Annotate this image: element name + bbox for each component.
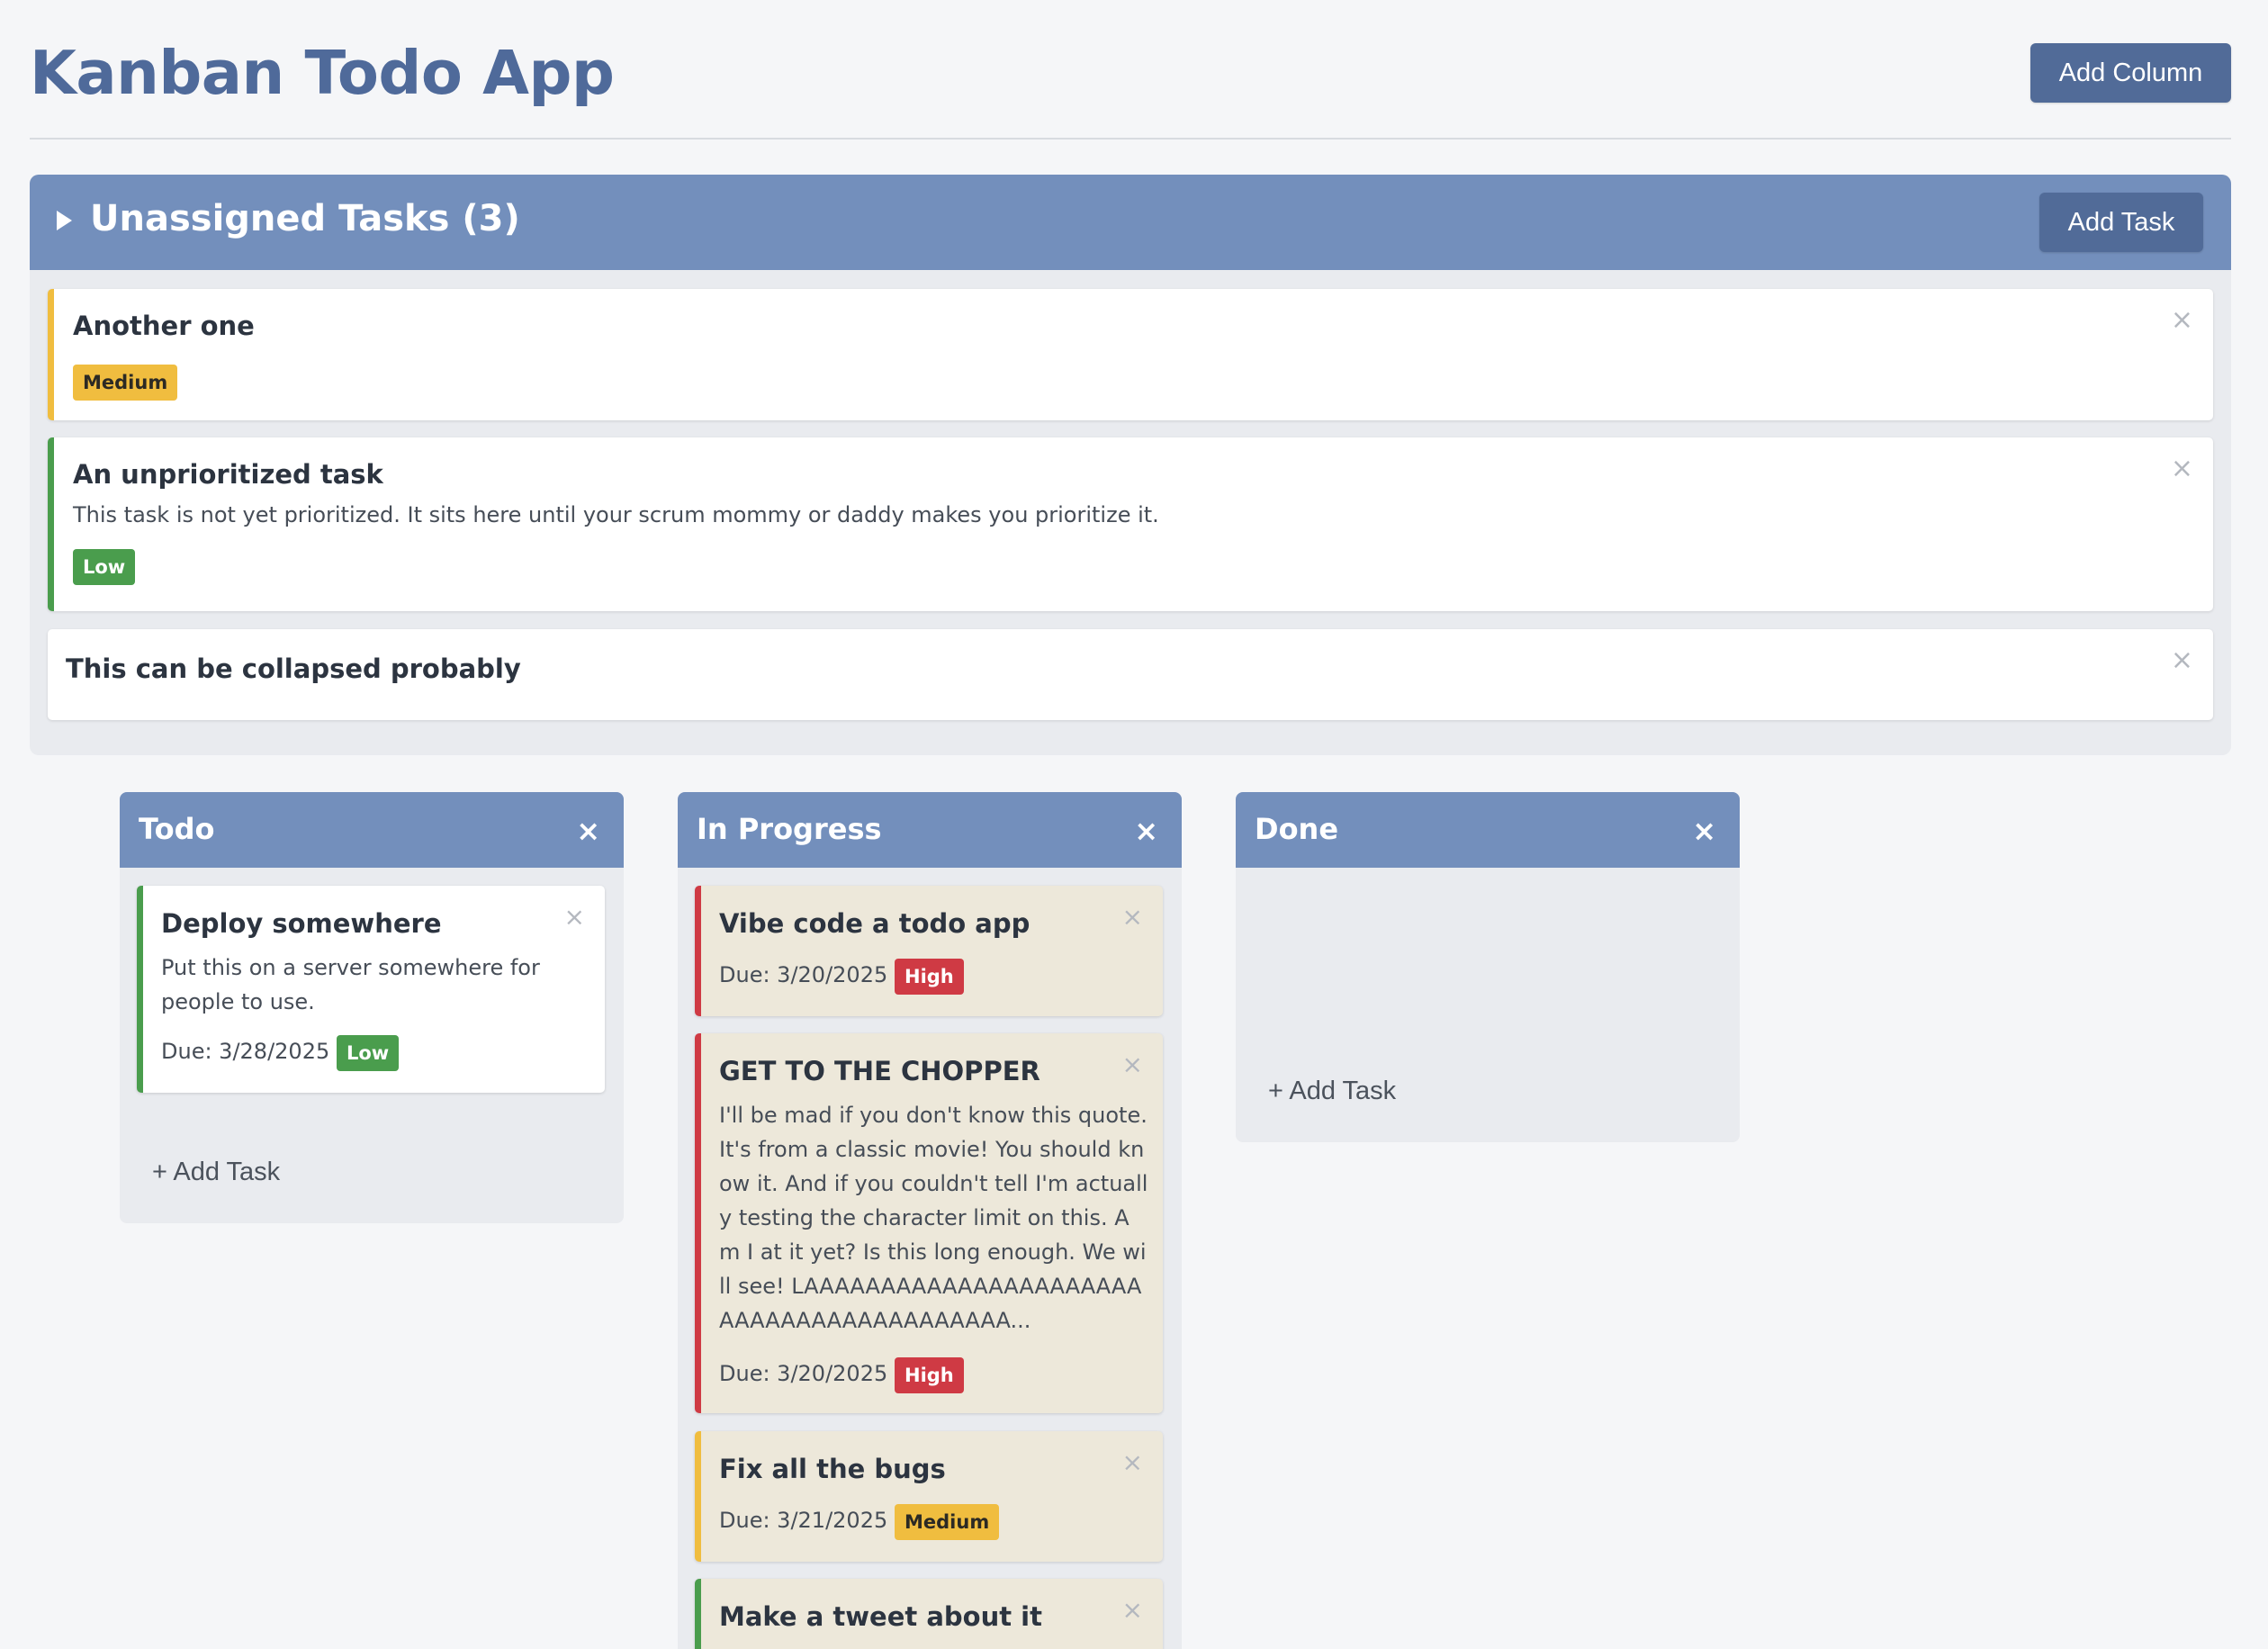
priority-badge: High: [895, 959, 964, 995]
due-date: Due: 3/20/2025: [719, 1361, 888, 1386]
unassigned-title: Unassigned Tasks (3): [90, 198, 520, 239]
task-card[interactable]: Another one Medium ×: [48, 289, 2213, 420]
close-icon[interactable]: ×: [564, 904, 585, 931]
expand-triangle-icon[interactable]: [57, 211, 72, 230]
unassigned-header[interactable]: Unassigned Tasks (3) Add Task: [30, 175, 2231, 270]
due-date: Due: 3/20/2025: [719, 962, 888, 987]
priority-badge: Low: [337, 1035, 400, 1071]
priority-badge: High: [895, 1357, 964, 1393]
close-icon[interactable]: ×: [2171, 647, 2193, 674]
close-column-icon[interactable]: ×: [1134, 816, 1158, 845]
task-card[interactable]: Make a tweet about it ×: [695, 1579, 1163, 1649]
column-title: In Progress: [697, 812, 882, 846]
column-header[interactable]: Todo ×: [120, 792, 624, 868]
task-title: Vibe code a todo app: [719, 908, 1030, 939]
unassigned-section: Unassigned Tasks (3) Add Task Another on…: [30, 175, 2231, 755]
priority-badge: Medium: [895, 1504, 1000, 1540]
column-title: Done: [1255, 812, 1339, 846]
add-task-link[interactable]: + Add Task: [152, 1158, 280, 1187]
task-title: Fix all the bugs: [719, 1454, 946, 1484]
close-icon[interactable]: ×: [2171, 455, 2193, 482]
priority-badge: Medium: [73, 365, 178, 401]
column-title: Todo: [139, 812, 215, 846]
task-title: This can be collapsed probably: [66, 653, 521, 684]
column-done: Done × + Add Task: [1236, 792, 1740, 1142]
task-card[interactable]: Deploy somewhere Put this on a server so…: [137, 886, 605, 1093]
due-date: Due: 3/21/2025: [719, 1508, 888, 1533]
add-task-button[interactable]: Add Task: [2039, 193, 2203, 252]
add-column-button[interactable]: Add Column: [2030, 43, 2231, 103]
app-header: Kanban Todo App Add Column: [30, 0, 2231, 140]
close-column-icon[interactable]: ×: [576, 816, 600, 845]
task-card[interactable]: An unprioritized task This task is not y…: [48, 437, 2213, 611]
close-column-icon[interactable]: ×: [1692, 816, 1716, 845]
task-card[interactable]: Vibe code a todo app Due: 3/20/2025 High…: [695, 886, 1163, 1016]
task-title: Make a tweet about it: [719, 1601, 1042, 1632]
task-card[interactable]: GET TO THE CHOPPER I'll be mad if you do…: [695, 1033, 1163, 1413]
close-icon[interactable]: ×: [1122, 1051, 1143, 1078]
task-title: An unprioritized task: [73, 459, 383, 490]
task-title: Another one: [73, 311, 255, 341]
task-title: Deploy somewhere: [161, 908, 442, 939]
column-header[interactable]: In Progress ×: [678, 792, 1182, 868]
task-card[interactable]: Fix all the bugs Due: 3/21/2025 Medium ×: [695, 1431, 1163, 1562]
column-todo: Todo × Deploy somewhere Put this on a se…: [120, 792, 624, 1223]
page-title: Kanban Todo App: [30, 38, 615, 108]
priority-badge: Low: [73, 549, 136, 585]
column-header[interactable]: Done ×: [1236, 792, 1740, 868]
due-date: Due: 3/28/2025: [161, 1039, 330, 1064]
column-in-progress: In Progress × Vibe code a todo app Due: …: [678, 792, 1182, 1649]
close-icon[interactable]: ×: [2171, 307, 2193, 334]
task-title: GET TO THE CHOPPER: [719, 1056, 1040, 1086]
task-description: I'll be mad if you don't know this quote…: [719, 1103, 1148, 1333]
add-task-link[interactable]: + Add Task: [1268, 1077, 1396, 1106]
close-icon[interactable]: ×: [1122, 1597, 1143, 1624]
close-icon[interactable]: ×: [1122, 904, 1143, 931]
task-card[interactable]: This can be collapsed probably ×: [48, 629, 2213, 720]
task-description: This task is not yet prioritized. It sit…: [73, 502, 1159, 527]
task-description: Put this on a server somewhere for peopl…: [161, 955, 540, 1014]
close-icon[interactable]: ×: [1122, 1449, 1143, 1476]
